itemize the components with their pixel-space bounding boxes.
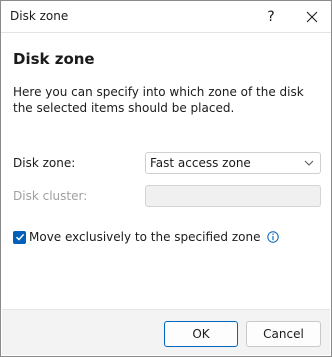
close-icon	[306, 11, 318, 22]
ok-button[interactable]: OK	[164, 321, 238, 347]
chevron-down-icon	[304, 160, 314, 166]
cancel-button[interactable]: Cancel	[246, 321, 321, 347]
disk-zone-label: Disk zone:	[13, 156, 76, 170]
checkmark-icon	[15, 233, 24, 241]
description-text: Here you can specify into which zone of …	[13, 85, 304, 115]
page-title: Disk zone	[13, 50, 95, 68]
exclusive-move-checkbox[interactable]	[13, 230, 26, 244]
title-bar: Disk zone ?	[1, 1, 331, 32]
disk-zone-select[interactable]: Fast access zone	[145, 152, 321, 174]
exclusive-move-option[interactable]: Move exclusively to the specified zone	[13, 230, 280, 244]
info-icon[interactable]	[267, 231, 280, 243]
disk-zone-value: Fast access zone	[150, 156, 251, 170]
exclusive-move-label[interactable]: Move exclusively to the specified zone	[29, 230, 260, 244]
disk-cluster-field	[145, 185, 321, 207]
dialog-window: Disk zone ? Disk zone Here you can speci…	[0, 0, 332, 357]
close-button[interactable]	[293, 1, 331, 32]
disk-cluster-label: Disk cluster:	[13, 189, 88, 203]
title-divider	[1, 32, 331, 33]
help-button[interactable]: ?	[253, 1, 289, 32]
window-title: Disk zone	[10, 9, 69, 23]
